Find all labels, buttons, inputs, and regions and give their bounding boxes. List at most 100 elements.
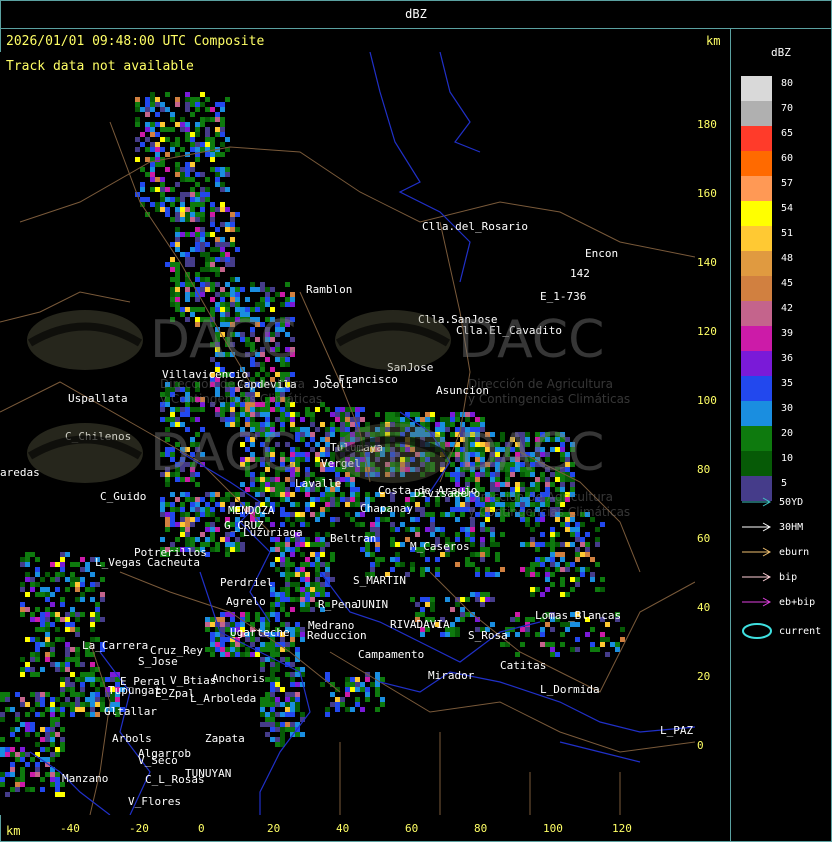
- echo-pixel: [190, 192, 195, 197]
- echo-pixel: [450, 512, 455, 517]
- y-tick-label: 160: [697, 187, 717, 200]
- echo-pixel: [295, 702, 300, 707]
- echo-pixel: [255, 652, 260, 657]
- echo-pixel: [25, 607, 30, 612]
- echo-pixel: [280, 487, 285, 492]
- echo-pixel: [225, 227, 230, 232]
- echo-pixel: [240, 542, 245, 547]
- echo-pixel: [330, 552, 335, 557]
- echo-pixel: [415, 602, 420, 607]
- echo-pixel: [165, 92, 170, 97]
- echo-pixel: [195, 417, 200, 422]
- echo-pixel: [320, 587, 325, 592]
- echo-pixel: [20, 777, 25, 782]
- echo-pixel: [180, 512, 185, 517]
- echo-pixel: [310, 607, 315, 612]
- echo-pixel: [200, 202, 205, 207]
- echo-pixel: [470, 532, 475, 537]
- echo-pixel: [230, 642, 235, 647]
- place-label: Beltran: [330, 532, 376, 545]
- echo-pixel: [70, 702, 75, 707]
- echo-pixel: [240, 612, 245, 617]
- echo-pixel: [340, 492, 345, 497]
- echo-pixel: [220, 417, 225, 422]
- colorbar-swatch: [741, 326, 772, 351]
- echo-pixel: [550, 542, 555, 547]
- echo-pixel: [155, 97, 160, 102]
- echo-pixel: [175, 497, 180, 502]
- echo-pixel: [275, 502, 280, 507]
- echo-pixel: [270, 692, 275, 697]
- echo-pixel: [185, 102, 190, 107]
- echo-pixel: [45, 637, 50, 642]
- echo-pixel: [50, 642, 55, 647]
- echo-pixel: [185, 232, 190, 237]
- echo-pixel: [185, 512, 190, 517]
- place-label: Chapanay: [360, 502, 413, 515]
- echo-pixel: [200, 512, 205, 517]
- echo-pixel: [290, 417, 295, 422]
- echo-pixel: [40, 737, 45, 742]
- echo-pixel: [600, 577, 605, 582]
- echo-pixel: [65, 677, 70, 682]
- echo-pixel: [285, 407, 290, 412]
- echo-pixel: [185, 167, 190, 172]
- echo-pixel: [165, 152, 170, 157]
- echo-pixel: [155, 202, 160, 207]
- echo-pixel: [285, 672, 290, 677]
- echo-pixel: [220, 127, 225, 132]
- echo-pixel: [300, 542, 305, 547]
- echo-pixel: [80, 597, 85, 602]
- echo-pixel: [220, 627, 225, 632]
- echo-pixel: [420, 607, 425, 612]
- echo-pixel: [270, 612, 275, 617]
- echo-pixel: [280, 687, 285, 692]
- echo-pixel: [205, 512, 210, 517]
- echo-pixel: [5, 747, 10, 752]
- echo-pixel: [270, 707, 275, 712]
- echo-pixel: [190, 247, 195, 252]
- place-label: S_Rosa: [468, 629, 508, 642]
- echo-pixel: [30, 577, 35, 582]
- echo-pixel: [210, 642, 215, 647]
- echo-pixel: [25, 592, 30, 597]
- echo-pixel: [350, 492, 355, 497]
- echo-pixel: [5, 752, 10, 757]
- echo-pixel: [215, 527, 220, 532]
- echo-pixel: [555, 542, 560, 547]
- echo-pixel: [305, 582, 310, 587]
- echo-pixel: [390, 557, 395, 562]
- echo-pixel: [0, 777, 5, 782]
- echo-pixel: [45, 587, 50, 592]
- echo-pixel: [275, 567, 280, 572]
- echo-pixel: [50, 777, 55, 782]
- echo-pixel: [50, 772, 55, 777]
- echo-pixel: [305, 507, 310, 512]
- echo-pixel: [315, 427, 320, 432]
- echo-pixel: [60, 562, 65, 567]
- echo-pixel: [220, 412, 225, 417]
- echo-pixel: [350, 497, 355, 502]
- echo-pixel: [395, 557, 400, 562]
- echo-pixel: [270, 487, 275, 492]
- echo-pixel: [200, 192, 205, 197]
- echo-pixel: [480, 547, 485, 552]
- echo-pixel: [70, 612, 75, 617]
- echo-pixel: [160, 177, 165, 182]
- echo-pixel: [90, 712, 95, 717]
- echo-pixel: [475, 567, 480, 572]
- echo-pixel: [200, 252, 205, 257]
- echo-pixel: [165, 522, 170, 527]
- echo-pixel: [505, 642, 510, 647]
- echo-pixel: [165, 512, 170, 517]
- echo-pixel: [185, 92, 190, 97]
- echo-pixel: [265, 417, 270, 422]
- echo-pixel: [455, 507, 460, 512]
- echo-pixel: [230, 277, 235, 282]
- echo-pixel: [280, 562, 285, 567]
- echo-pixel: [610, 642, 615, 647]
- echo-pixel: [310, 552, 315, 557]
- echo-pixel: [215, 412, 220, 417]
- echo-pixel: [315, 557, 320, 562]
- echo-pixel: [195, 217, 200, 222]
